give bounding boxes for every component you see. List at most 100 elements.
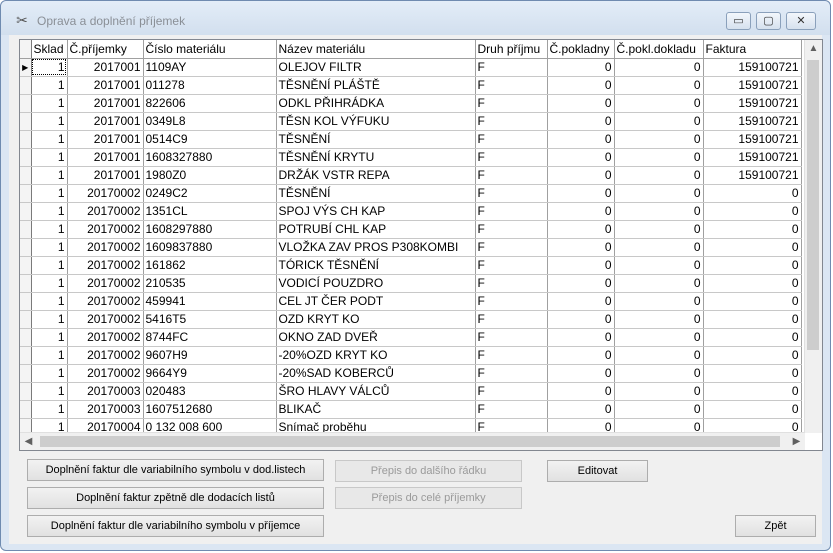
cell-pokladna[interactable]: 0 <box>547 94 615 113</box>
cell-prijemka[interactable]: 20170002 <box>67 274 144 293</box>
scroll-up-icon[interactable]: ▲ <box>805 40 822 57</box>
cell-prijemka[interactable]: 20170002 <box>67 220 144 239</box>
cell-druh-prijmu[interactable]: F <box>475 310 548 329</box>
cell-pokladna[interactable]: 0 <box>547 58 615 77</box>
cell-pokladna[interactable]: 0 <box>547 130 615 149</box>
cell-faktura[interactable]: 159100721 <box>703 130 802 149</box>
table-row[interactable]: 1 2017001 011278 TĚSNĚNÍ PLÁŠTĚ F 0 0 159100721 <box>20 76 802 95</box>
cell-pokl-doklad[interactable]: 0 <box>614 400 704 419</box>
cell-prijemka[interactable]: 2017001 <box>67 148 144 167</box>
cell-pokl-doklad[interactable]: 0 <box>614 166 704 185</box>
cell-prijemka[interactable]: 20170002 <box>67 328 144 347</box>
cell-pokladna[interactable]: 0 <box>547 382 615 401</box>
vertical-scrollbar[interactable]: ▲ <box>804 40 822 433</box>
cell-faktura[interactable]: 0 <box>703 202 802 221</box>
cell-nazev-materialu[interactable]: ŠRO HLAVY VÁLCŮ <box>276 382 476 401</box>
cell-nazev-materialu[interactable]: -20%SAD KOBERCŮ <box>276 364 476 383</box>
cell-sklad[interactable]: 1 <box>31 112 68 131</box>
horizontal-scroll-thumb[interactable] <box>40 436 780 447</box>
column-header-cislo-materialu[interactable]: Číslo materiálu <box>143 40 277 59</box>
cell-druh-prijmu[interactable]: F <box>475 382 548 401</box>
table-row[interactable]: 1 20170002 1351CL SPOJ VÝS CH KAP F 0 0 0 <box>20 202 802 221</box>
cell-sklad[interactable]: 1 <box>31 94 68 113</box>
doplneni-faktur-prijemce-button[interactable]: Doplnění faktur dle variabilního symbolu… <box>27 515 324 537</box>
cell-druh-prijmu[interactable]: F <box>475 184 548 203</box>
cell-nazev-materialu[interactable]: OLEJOV FILTR <box>276 58 476 77</box>
cell-faktura[interactable]: 159100721 <box>703 112 802 131</box>
row-indicator[interactable] <box>20 400 32 419</box>
zpet-button[interactable]: Zpět <box>735 515 816 537</box>
cell-pokladna[interactable]: 0 <box>547 328 615 347</box>
doplneni-faktur-dod-listy-button[interactable]: Doplnění faktur dle variabilního symbolu… <box>27 459 324 481</box>
cell-nazev-materialu[interactable]: POTRUBÍ CHL KAP <box>276 220 476 239</box>
cell-nazev-materialu[interactable]: BLIKAČ <box>276 400 476 419</box>
cell-prijemka[interactable]: 20170002 <box>67 364 144 383</box>
row-indicator[interactable] <box>20 112 32 131</box>
cell-cislo-materialu[interactable]: 9607H9 <box>143 346 277 365</box>
cell-nazev-materialu[interactable]: TÓRICK TĚSNĚNÍ <box>276 256 476 275</box>
cell-pokladna[interactable]: 0 <box>547 148 615 167</box>
cell-pokl-doklad[interactable]: 0 <box>614 94 704 113</box>
cell-pokl-doklad[interactable]: 0 <box>614 112 704 131</box>
cell-cislo-materialu[interactable]: 0349L8 <box>143 112 277 131</box>
cell-nazev-materialu[interactable]: TĚSNĚNÍ <box>276 130 476 149</box>
column-header-pokladna[interactable]: Č.pokladny <box>547 40 615 59</box>
cell-faktura[interactable]: 0 <box>703 310 802 329</box>
row-indicator[interactable] <box>20 166 32 185</box>
cell-cislo-materialu[interactable]: 210535 <box>143 274 277 293</box>
cell-faktura[interactable]: 0 <box>703 292 802 311</box>
cell-nazev-materialu[interactable]: TĚSN KOL VÝFUKU <box>276 112 476 131</box>
editovat-button[interactable]: Editovat <box>547 460 648 482</box>
cell-cislo-materialu[interactable]: 011278 <box>143 76 277 95</box>
cell-druh-prijmu[interactable]: F <box>475 292 548 311</box>
cell-druh-prijmu[interactable]: F <box>475 220 548 239</box>
row-indicator[interactable] <box>20 364 32 383</box>
cell-prijemka[interactable]: 20170003 <box>67 382 144 401</box>
cell-sklad[interactable]: 1 <box>31 220 68 239</box>
cell-nazev-materialu[interactable]: TĚSNĚNÍ KRYTU <box>276 148 476 167</box>
cell-pokl-doklad[interactable]: 0 <box>614 220 704 239</box>
cell-sklad[interactable]: 1 <box>31 328 68 347</box>
cell-prijemka[interactable]: 2017001 <box>67 94 144 113</box>
table-row[interactable]: 1 20170002 459941 CEL JT ČER PODT F 0 0 0 <box>20 292 802 311</box>
cell-pokladna[interactable]: 0 <box>547 76 615 95</box>
cell-pokladna[interactable]: 0 <box>547 292 615 311</box>
close-button[interactable]: ✕ <box>786 12 816 30</box>
table-row[interactable]: 1 2017001 0349L8 TĚSN KOL VÝFUKU F 0 0 15910072… <box>20 112 802 131</box>
column-header-prijemka[interactable]: Č.příjemky <box>67 40 144 59</box>
cell-druh-prijmu[interactable]: F <box>475 76 548 95</box>
cell-faktura[interactable]: 0 <box>703 400 802 419</box>
row-indicator[interactable] <box>20 256 32 275</box>
cell-pokl-doklad[interactable]: 0 <box>614 274 704 293</box>
cell-faktura[interactable]: 159100721 <box>703 166 802 185</box>
cell-pokladna[interactable]: 0 <box>547 220 615 239</box>
column-header-faktura[interactable]: Faktura <box>703 40 802 59</box>
cell-nazev-materialu[interactable]: OKNO ZAD DVEŘ <box>276 328 476 347</box>
cell-cislo-materialu[interactable]: 8744FC <box>143 328 277 347</box>
cell-prijemka[interactable]: 20170002 <box>67 292 144 311</box>
cell-faktura[interactable]: 0 <box>703 274 802 293</box>
cell-faktura[interactable]: 159100721 <box>703 148 802 167</box>
cell-druh-prijmu[interactable]: F <box>475 256 548 275</box>
cell-pokladna[interactable]: 0 <box>547 364 615 383</box>
column-header-pokl-doklad[interactable]: Č.pokl.dokladu <box>614 40 704 59</box>
column-header-druh-prijmu[interactable]: Druh příjmu <box>475 40 548 59</box>
cell-pokladna[interactable]: 0 <box>547 166 615 185</box>
cell-druh-prijmu[interactable]: F <box>475 328 548 347</box>
cell-nazev-materialu[interactable]: DRŽÁK VSTR REPA <box>276 166 476 185</box>
table-row[interactable]: 1 20170002 161862 TÓRICK TĚSNĚNÍ F 0 0 0 <box>20 256 802 275</box>
cell-nazev-materialu[interactable]: TĚSNĚNÍ PLÁŠTĚ <box>276 76 476 95</box>
cell-sklad[interactable]: 1 <box>31 274 68 293</box>
vertical-scroll-thumb[interactable] <box>807 60 819 350</box>
cell-faktura[interactable]: 0 <box>703 238 802 257</box>
cell-cislo-materialu[interactable]: 1608297880 <box>143 220 277 239</box>
row-indicator[interactable] <box>20 202 32 221</box>
cell-cislo-materialu[interactable]: 0249C2 <box>143 184 277 203</box>
current-row-indicator-icon[interactable]: ▶ <box>20 58 32 77</box>
scroll-right-icon[interactable]: ▶ <box>788 433 805 450</box>
prepis-dalsi-radek-button[interactable]: Přepis do dalšího řádku <box>335 460 522 482</box>
row-indicator[interactable] <box>20 346 32 365</box>
cell-cislo-materialu[interactable]: 161862 <box>143 256 277 275</box>
column-header-nazev-materialu[interactable]: Název materiálu <box>276 40 476 59</box>
cell-nazev-materialu[interactable]: OZD KRYT KO <box>276 310 476 329</box>
